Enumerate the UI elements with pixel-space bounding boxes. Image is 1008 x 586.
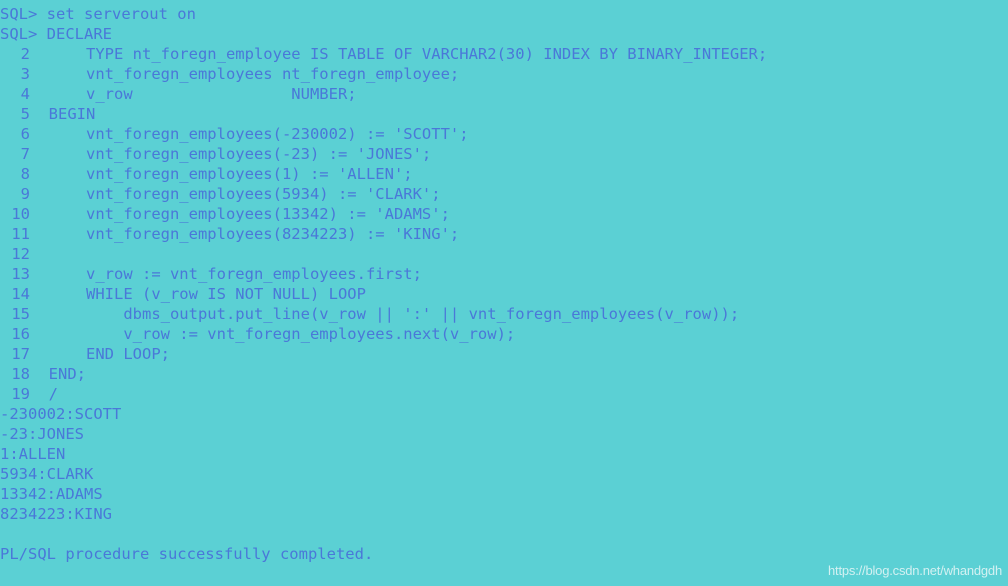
- terminal-code-line: 7 vnt_foregn_employees(-23) := 'JONES';: [0, 144, 1008, 164]
- terminal-line-text: 13342:ADAMS: [0, 485, 103, 503]
- terminal-line-text: -230002:SCOTT: [0, 405, 122, 423]
- terminal-line-text: 8234223:KING: [0, 505, 112, 523]
- terminal-code-line: 12: [0, 244, 1008, 264]
- terminal-code-line: 19 /: [0, 384, 1008, 404]
- line-number: 12: [11, 245, 30, 263]
- terminal-code-line: 8 vnt_foregn_employees(1) := 'ALLEN';: [0, 164, 1008, 184]
- terminal-line-text: vnt_foregn_employees(-230002) := 'SCOTT'…: [30, 125, 469, 143]
- terminal-code-line: 3 vnt_foregn_employees nt_foregn_employe…: [0, 64, 1008, 84]
- terminal-code-line: 16 v_row := vnt_foregn_employees.next(v_…: [0, 324, 1008, 344]
- terminal-line-text: vnt_foregn_employees(5934) := 'CLARK';: [30, 185, 441, 203]
- terminal-line-text: v_row NUMBER;: [30, 85, 357, 103]
- terminal-line-text: BEGIN: [30, 105, 96, 123]
- terminal-code-line: 9 vnt_foregn_employees(5934) := 'CLARK';: [0, 184, 1008, 204]
- terminal-code-line: 17 END LOOP;: [0, 344, 1008, 364]
- terminal-output-line: PL/SQL procedure successfully completed.: [0, 544, 1008, 564]
- terminal-line-text: END;: [30, 365, 86, 383]
- terminal-line-text: -23:JONES: [0, 425, 84, 443]
- line-number: 8: [20, 165, 30, 183]
- terminal-code-line: 10 vnt_foregn_employees(13342) := 'ADAMS…: [0, 204, 1008, 224]
- terminal-prompt-line: SQL> set serverout on: [0, 4, 1008, 24]
- line-number: 19: [11, 385, 30, 403]
- terminal-line-text: set serverout on: [37, 5, 196, 23]
- terminal-output-line: 8234223:KING: [0, 504, 1008, 524]
- terminal-code-line: 14 WHILE (v_row IS NOT NULL) LOOP: [0, 284, 1008, 304]
- terminal-prompt-line: SQL> DECLARE: [0, 24, 1008, 44]
- terminal-output-line: -23:JONES: [0, 424, 1008, 444]
- terminal-line-text: DECLARE: [37, 25, 112, 43]
- terminal-line-text: vnt_foregn_employees(1) := 'ALLEN';: [30, 165, 413, 183]
- line-number: 17: [11, 345, 30, 363]
- terminal-screen[interactable]: SQL> set serverout on SQL> DECLARE 2 TYPE …: [0, 0, 1008, 586]
- line-number: 18: [11, 365, 30, 383]
- terminal-output-line: 1:ALLEN: [0, 444, 1008, 464]
- sql-prompt: SQL>: [0, 25, 38, 43]
- terminal-line-text: vnt_foregn_employees nt_foregn_employee;: [30, 65, 460, 83]
- line-number: 6: [20, 125, 30, 143]
- terminal-output-line: 13342:ADAMS: [0, 484, 1008, 504]
- terminal-code-line: 18 END;: [0, 364, 1008, 384]
- terminal-line-text: /: [30, 385, 58, 403]
- terminal-code-line: 6 vnt_foregn_employees(-230002) := 'SCOT…: [0, 124, 1008, 144]
- terminal-line-text: dbms_output.put_line(v_row || ':' || vnt…: [30, 305, 740, 323]
- line-number: 14: [11, 285, 30, 303]
- terminal-code-line: 13 v_row := vnt_foregn_employees.first;: [0, 264, 1008, 284]
- terminal-line-text: PL/SQL procedure successfully completed.: [0, 545, 374, 563]
- terminal-code-line: [0, 524, 1008, 544]
- line-number: 16: [11, 325, 30, 343]
- terminal-line-text: END LOOP;: [30, 345, 170, 363]
- terminal-code-line: 11 vnt_foregn_employees(8234223) := 'KIN…: [0, 224, 1008, 244]
- terminal-output-line: 5934:CLARK: [0, 464, 1008, 484]
- terminal-line-text: 5934:CLARK: [0, 465, 94, 483]
- line-number: 4: [20, 85, 30, 103]
- console-output: SQL> set serverout on SQL> DECLARE 2 TYPE …: [0, 4, 1008, 564]
- sql-prompt: SQL>: [0, 5, 38, 23]
- terminal-code-line: 2 TYPE nt_foregn_employee IS TABLE OF VA…: [0, 44, 1008, 64]
- line-number: 9: [20, 185, 30, 203]
- terminal-code-line: 4 v_row NUMBER;: [0, 84, 1008, 104]
- terminal-line-text: WHILE (v_row IS NOT NULL) LOOP: [30, 285, 366, 303]
- terminal-line-text: v_row := vnt_foregn_employees.first;: [30, 265, 422, 283]
- terminal-code-line: 5 BEGIN: [0, 104, 1008, 124]
- line-number: 5: [20, 105, 30, 123]
- line-number: 2: [20, 45, 30, 63]
- line-number: 11: [11, 225, 30, 243]
- terminal-output-line: -230002:SCOTT: [0, 404, 1008, 424]
- watermark-text: https://blog.csdn.net/whandgdh: [828, 563, 1002, 578]
- terminal-line-text: TYPE nt_foregn_employee IS TABLE OF VARC…: [30, 45, 768, 63]
- line-number: 15: [11, 305, 30, 323]
- line-number: 3: [20, 65, 30, 83]
- terminal-line-text: v_row := vnt_foregn_employees.next(v_row…: [30, 325, 516, 343]
- terminal-line-text: vnt_foregn_employees(8234223) := 'KING';: [30, 225, 460, 243]
- line-number: 7: [20, 145, 30, 163]
- terminal-code-line: 15 dbms_output.put_line(v_row || ':' || …: [0, 304, 1008, 324]
- terminal-line-text: vnt_foregn_employees(13342) := 'ADAMS';: [30, 205, 450, 223]
- line-number: 10: [11, 205, 30, 223]
- terminal-line-text: vnt_foregn_employees(-23) := 'JONES';: [30, 145, 432, 163]
- line-number: 13: [11, 265, 30, 283]
- terminal-line-text: 1:ALLEN: [0, 445, 66, 463]
